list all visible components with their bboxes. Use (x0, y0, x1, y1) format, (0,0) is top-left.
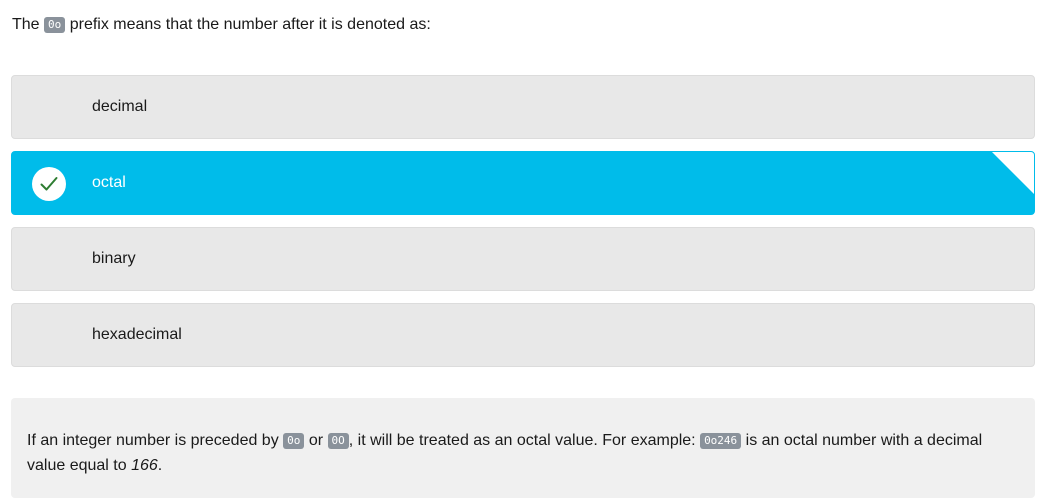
explanation-text: If an integer number is preceded by (27, 432, 284, 449)
explanation-decimal-value: 166 (131, 457, 158, 474)
option-decimal[interactable]: decimal (11, 75, 1035, 139)
explanation-code-0o: 0o (283, 433, 305, 449)
check-icon (32, 167, 66, 201)
explanation-code-example: 0o246 (700, 433, 742, 449)
explanation-panel: If an integer number is preceded by 0o o… (11, 398, 1035, 498)
explanation-text: . (157, 457, 163, 474)
question-code: 0o (44, 17, 66, 33)
option-hexadecimal[interactable]: hexadecimal (11, 303, 1035, 367)
explanation-text: or (304, 432, 328, 449)
option-label: decimal (92, 98, 148, 115)
explanation-code-0O: 0O (327, 433, 349, 449)
question-text: The 0o prefix means that the number afte… (12, 14, 431, 36)
question-text-before: The (12, 16, 45, 33)
question-text-after: prefix means that the number after it is… (65, 16, 431, 33)
option-label: hexadecimal (92, 326, 182, 343)
option-label: octal (92, 174, 126, 191)
option-octal[interactable]: octal (11, 151, 1035, 215)
option-label: binary (92, 250, 136, 267)
corner-fold-icon (992, 152, 1034, 194)
explanation-text: , it will be treated as an octal value. … (348, 432, 701, 449)
option-binary[interactable]: binary (11, 227, 1035, 291)
answer-options: decimal octal binary hexadecimal (11, 75, 1035, 379)
